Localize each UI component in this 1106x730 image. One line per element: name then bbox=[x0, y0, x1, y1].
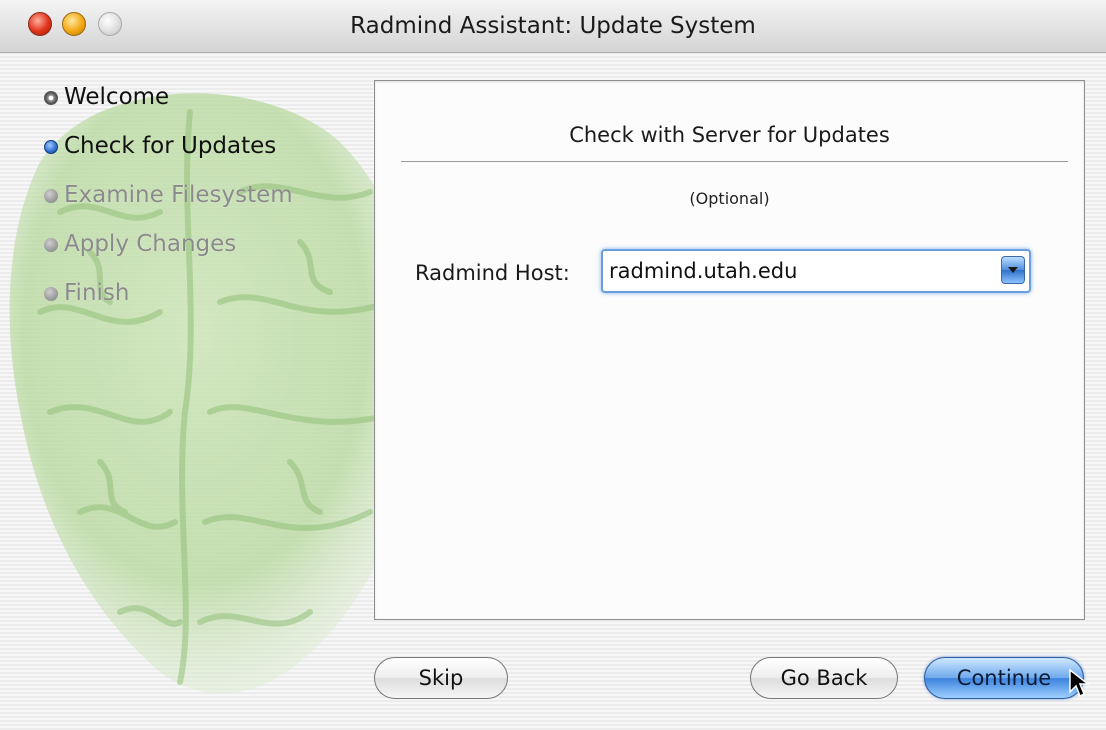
current-step-icon bbox=[44, 140, 58, 154]
step-finish: Finish bbox=[44, 278, 293, 327]
window-title: Radmind Assistant: Update System bbox=[350, 13, 756, 39]
step-apply-changes: Apply Changes bbox=[44, 229, 293, 278]
step-label: Finish bbox=[64, 280, 130, 306]
radmind-host-input[interactable] bbox=[609, 251, 989, 291]
panel-heading: Check with Server for Updates bbox=[569, 123, 890, 147]
go-back-button[interactable]: Go Back bbox=[750, 657, 898, 699]
pending-step-icon bbox=[44, 238, 58, 252]
step-label: Check for Updates bbox=[64, 133, 277, 159]
optional-note: (Optional) bbox=[689, 189, 770, 208]
radmind-host-combobox[interactable] bbox=[601, 249, 1031, 293]
pending-step-icon bbox=[44, 287, 58, 301]
divider bbox=[401, 161, 1068, 165]
pending-step-icon bbox=[44, 189, 58, 203]
step-label: Apply Changes bbox=[64, 231, 237, 257]
step-label: Welcome bbox=[64, 84, 170, 110]
content-panel: Check with Server for Updates (Optional)… bbox=[374, 80, 1085, 620]
step-label: Examine Filesystem bbox=[64, 182, 293, 208]
step-welcome: Welcome bbox=[44, 82, 293, 131]
mouse-pointer-icon bbox=[1069, 668, 1090, 698]
chevron-down-icon bbox=[1008, 267, 1018, 273]
radmind-host-label: Radmind Host: bbox=[415, 261, 570, 285]
combo-dropdown-button[interactable] bbox=[1001, 256, 1025, 284]
title-bar: Radmind Assistant: Update System bbox=[0, 0, 1106, 53]
step-examine-filesystem: Examine Filesystem bbox=[44, 180, 293, 229]
skip-button[interactable]: Skip bbox=[374, 657, 508, 699]
step-list: Welcome Check for Updates Examine Filesy… bbox=[44, 82, 293, 327]
completed-step-icon bbox=[44, 91, 58, 105]
continue-button[interactable]: Continue bbox=[924, 657, 1084, 699]
step-check-for-updates: Check for Updates bbox=[44, 131, 293, 180]
